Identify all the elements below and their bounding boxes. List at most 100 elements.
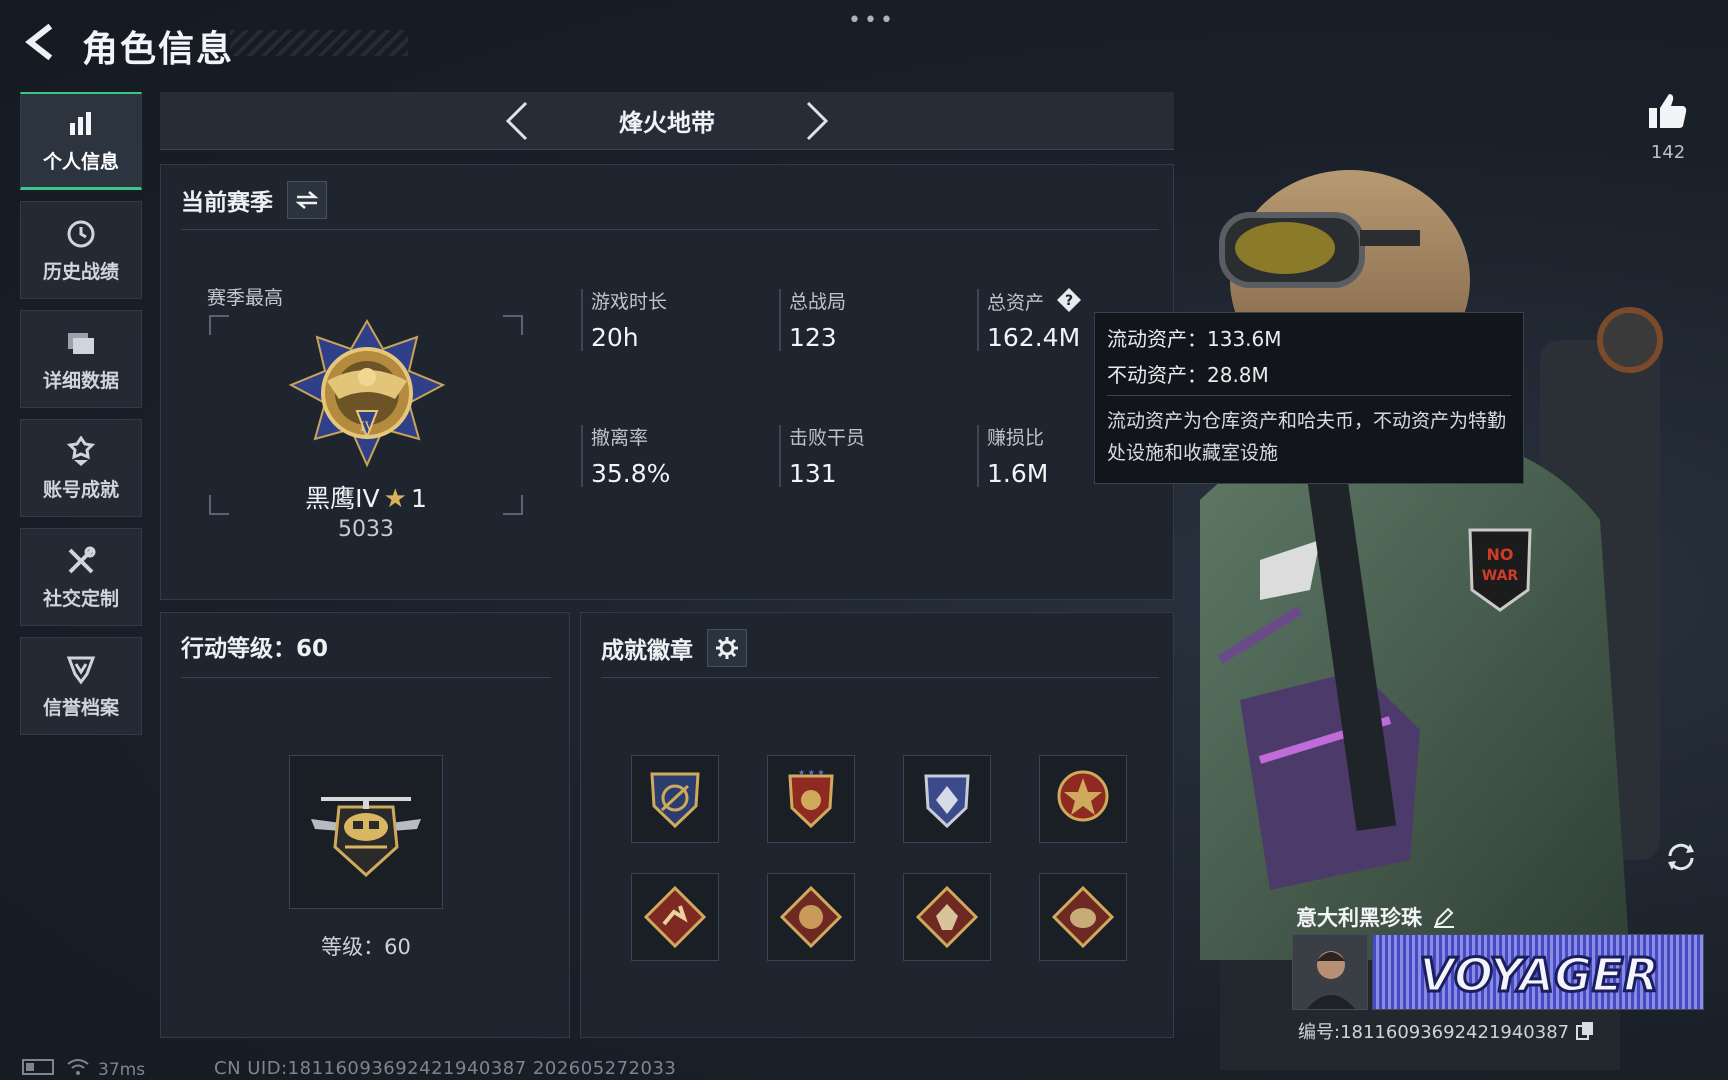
side-nav: 个人信息 历史战绩 详细数据 账号成就 社交定制 信誉档案	[20, 92, 142, 746]
badge-slot[interactable]: ★ ★ ★	[767, 755, 855, 843]
more-menu-dots[interactable]: •••	[848, 8, 896, 33]
svg-text:WAR: WAR	[1482, 568, 1519, 584]
ping-value: 37ms	[98, 1059, 146, 1080]
svg-text:NO: NO	[1487, 545, 1514, 564]
wifi-icon	[66, 1058, 90, 1080]
assets-tooltip: 流动资产：133.6M 不动资产：28.8M 流动资产为仓库资产和哈夫币，不动资…	[1094, 312, 1524, 484]
game-mode-title: 烽火地带	[619, 109, 715, 137]
mode-next-button[interactable]	[797, 101, 837, 141]
achievement-icon	[64, 435, 98, 469]
action-level-panel: 行动等级：60 等级：60	[160, 612, 570, 1038]
player-id-row: 编号:181160936924219403​87	[1298, 1018, 1595, 1044]
banner-text: VOYAGER	[1419, 948, 1659, 1002]
beast-diamond-badge-icon	[1051, 885, 1115, 949]
season-best-label: 赛季最高	[207, 287, 284, 309]
stat-value: 123	[789, 323, 837, 352]
badge-slot[interactable]	[903, 873, 991, 961]
badge-slot[interactable]	[631, 873, 719, 961]
divider	[1107, 395, 1511, 396]
player-id: 编号:181160936924219403​87	[1298, 1022, 1570, 1043]
like-button[interactable]: 142	[1640, 90, 1696, 163]
avatar-portrait	[1293, 935, 1367, 1009]
rank-name-row: 黑鹰IV ★ 1	[209, 479, 523, 515]
stat-value: 131	[789, 459, 837, 488]
nav-item-personal-info[interactable]: 个人信息	[20, 92, 142, 190]
achievement-settings-button[interactable]	[707, 629, 747, 667]
back-button[interactable]	[20, 22, 60, 62]
badge-slot[interactable]	[1039, 873, 1127, 961]
nav-item-history[interactable]: 历史战绩	[20, 201, 142, 299]
season-title: 当前赛季	[181, 190, 273, 216]
stat-label: 总战局	[789, 291, 847, 313]
svg-text:?: ?	[1065, 293, 1073, 309]
stat-label: 击败干员	[789, 427, 866, 449]
divider	[181, 229, 1159, 230]
help-diamond-icon[interactable]: ?	[1056, 287, 1082, 313]
like-count: 142	[1650, 142, 1686, 163]
badge-slot[interactable]	[903, 755, 991, 843]
current-season-panel: 当前赛季 赛季最高 IV 黑鹰IV ★ 1 5033 游戏时长 20h 总战局 12…	[160, 164, 1174, 600]
rank-name: 黑鹰IV	[305, 484, 380, 513]
rotate-icon	[1668, 843, 1694, 871]
nav-label: 个人信息	[42, 151, 119, 173]
svg-text:IV: IV	[360, 420, 375, 435]
tooltip-liquid-assets: 流动资产：133.6M	[1107, 327, 1282, 351]
history-clock-icon	[64, 217, 98, 251]
blue-wolf-badge-icon	[924, 774, 970, 829]
status-bar: 37ms	[22, 1058, 153, 1080]
red-shield-badge-icon: ★ ★ ★	[788, 768, 834, 829]
chevron-left-icon	[505, 101, 528, 140]
achievement-title: 成就徽章	[601, 638, 693, 664]
tooltip-description: 流动资产为仓库资产和哈夫币，不动资产为特勤处设施和收藏室设施	[1107, 410, 1507, 464]
game-mode-selector: 烽火地带	[160, 92, 1174, 150]
nav-item-account-achievements[interactable]: 账号成就	[20, 419, 142, 517]
rank-points: 5033	[338, 517, 394, 542]
voyager-banner-art: VOYAGER	[1373, 935, 1703, 1009]
runner-diamond-badge-icon	[643, 885, 707, 949]
stat-label: 总资产	[987, 292, 1045, 314]
swap-arrows-icon	[295, 191, 319, 209]
season-switch-button[interactable]	[287, 181, 327, 219]
nav-label: 详细数据	[42, 369, 119, 392]
star-medal-badge-icon	[1057, 770, 1109, 822]
anchor-shield-badge-icon	[650, 772, 700, 829]
tools-icon	[64, 544, 98, 578]
uid-watermark: CN UID:18116093692421940387 202605272033	[214, 1058, 677, 1079]
badge-slot[interactable]	[631, 755, 719, 843]
thumbs-up-icon	[1649, 94, 1687, 128]
level-text: 等级：60	[321, 935, 411, 959]
nav-item-credit-record[interactable]: 信誉档案	[20, 637, 142, 735]
tooltip-fixed-assets: 不动资产：28.8M	[1107, 363, 1269, 387]
stat-value: 35.8%	[591, 459, 671, 488]
page-title: 角色信息	[82, 29, 235, 70]
player-name: 意大利黑珍珠	[1296, 906, 1422, 930]
stat-label: 游戏时长	[591, 291, 668, 313]
folder-icon	[64, 326, 98, 360]
player-avatar[interactable]	[1292, 934, 1368, 1010]
wolf-diamond-badge-icon	[915, 885, 979, 949]
rotate-model-button[interactable]	[1660, 836, 1702, 878]
svg-text:★ ★ ★: ★ ★ ★	[798, 768, 825, 777]
mode-prev-button[interactable]	[497, 101, 537, 141]
level-badge[interactable]	[289, 755, 443, 909]
nav-item-detailed-data[interactable]: 详细数据	[20, 310, 142, 408]
stat-label-row: 总资产 ?	[987, 287, 1082, 315]
divider	[181, 677, 551, 678]
pencil-edit-icon[interactable]	[1432, 905, 1456, 929]
nav-item-social-custom[interactable]: 社交定制	[20, 528, 142, 626]
battery-icon	[22, 1059, 58, 1080]
achievement-badges-panel: 成就徽章 ★ ★ ★	[580, 612, 1174, 1038]
star-icon: ★	[383, 484, 407, 514]
bar-chart-icon	[64, 107, 98, 141]
rank-star-count: 1	[410, 484, 427, 513]
action-level-title: 行动等级：60	[181, 636, 329, 662]
player-banner[interactable]: VOYAGER	[1372, 934, 1704, 1010]
nav-label: 账号成就	[42, 478, 119, 501]
player-name-row: 意大利黑珍珠	[1296, 902, 1456, 932]
stat-value: 20h	[591, 323, 639, 352]
badge-slot[interactable]	[1039, 755, 1127, 843]
stat-label: 赚损比	[987, 427, 1045, 449]
copy-icon[interactable]	[1575, 1021, 1595, 1041]
badge-grid: ★ ★ ★	[631, 755, 1127, 961]
badge-slot[interactable]	[767, 873, 855, 961]
